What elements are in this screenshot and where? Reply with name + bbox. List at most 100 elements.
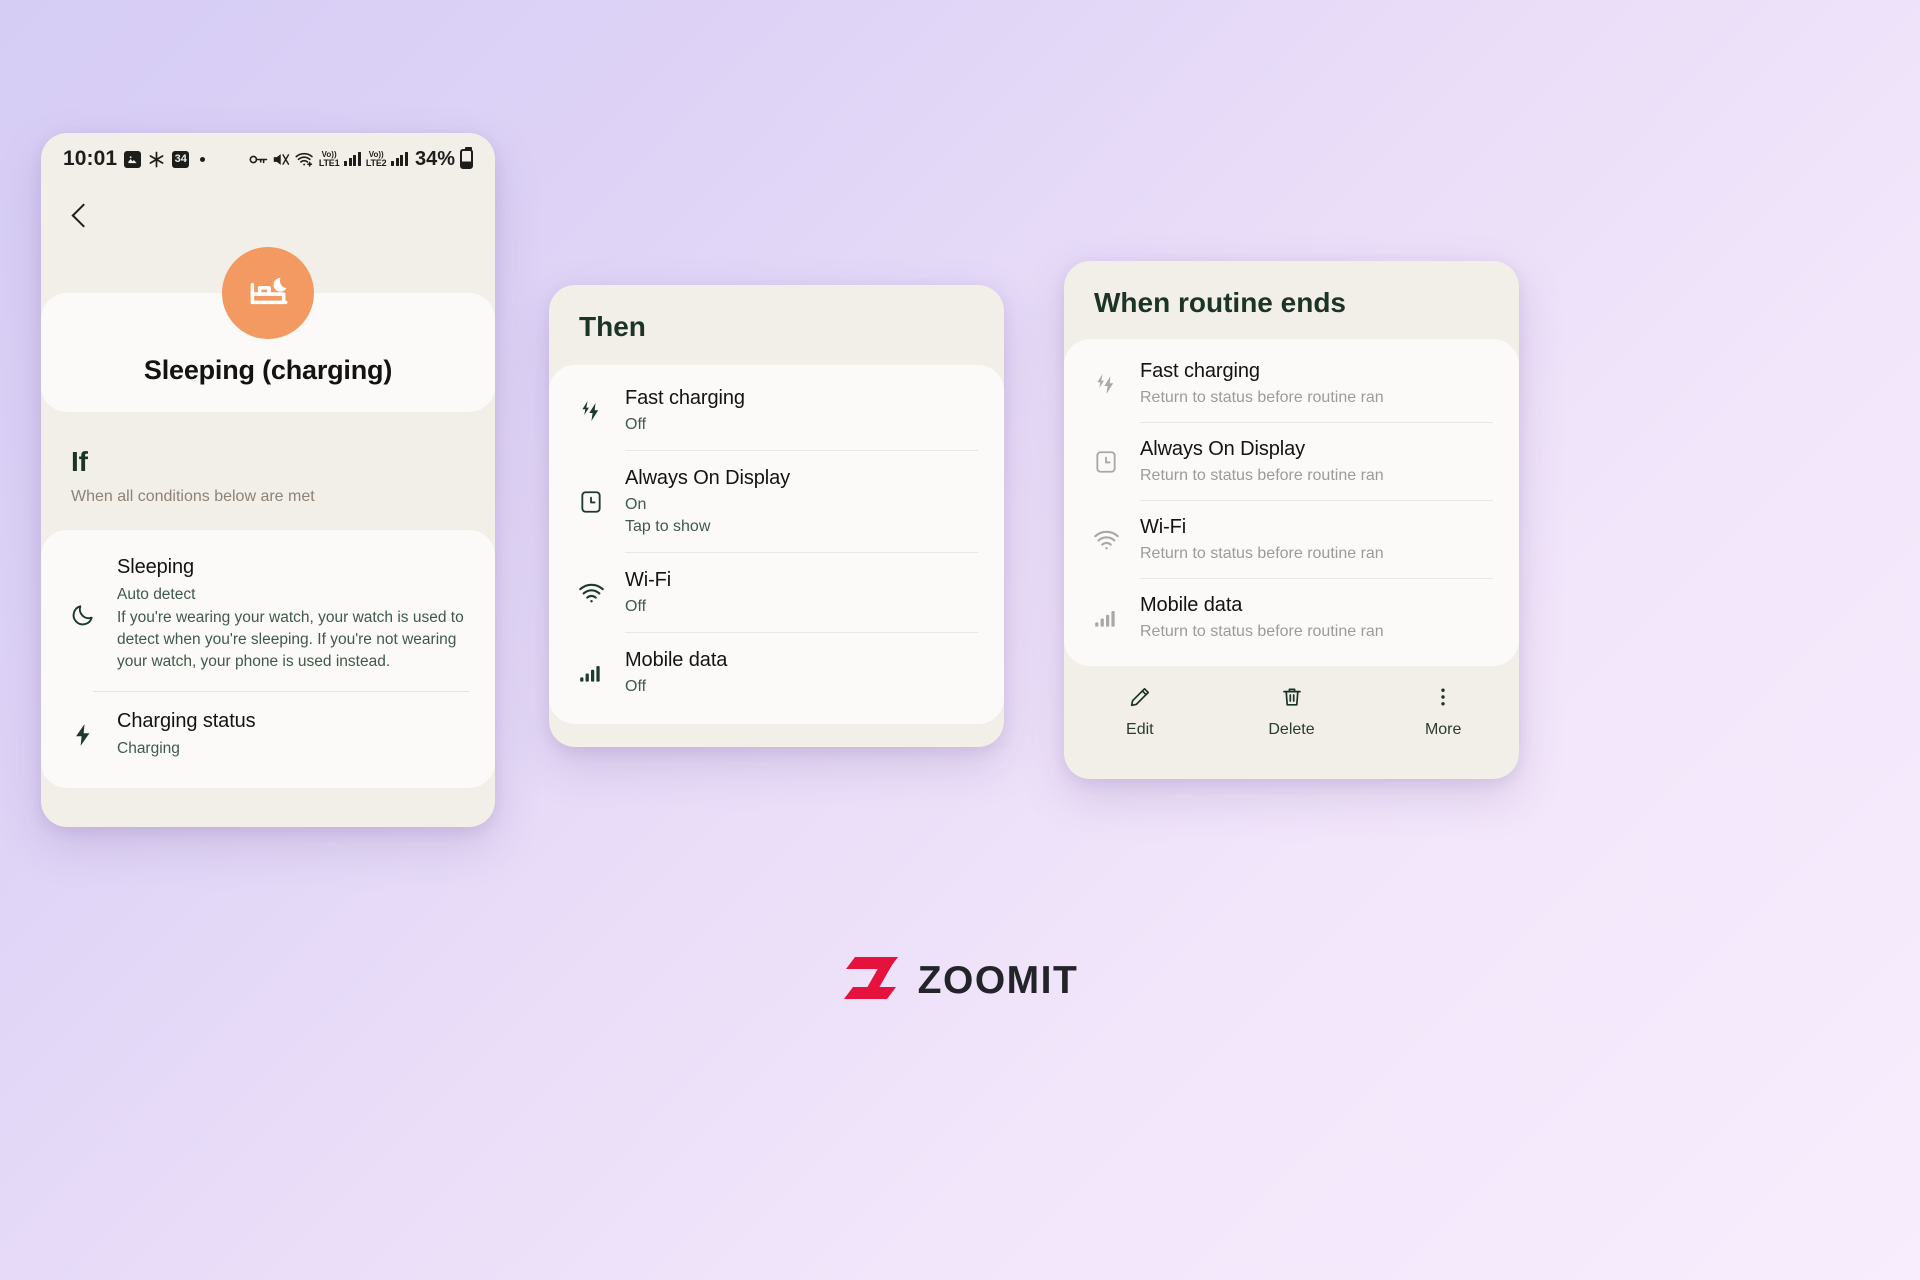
action-extra: Tap to show	[625, 518, 711, 535]
action-value: Off	[625, 598, 647, 615]
fast-charging-icon	[1090, 371, 1122, 397]
list-item-body: Mobile data Return to status before rout…	[1140, 594, 1384, 641]
volte-2-icon: Vo)) LTE2	[365, 150, 387, 168]
action-value: Off	[625, 678, 647, 695]
then-title: Then	[579, 311, 646, 342]
status-bar-left: 10:01 34	[63, 147, 206, 171]
trash-icon	[1280, 684, 1304, 710]
list-item-body: Always On Display Return to status befor…	[1140, 438, 1384, 485]
battery-icon	[460, 147, 473, 169]
ends-item-value: Return to status before routine ran	[1140, 467, 1384, 484]
list-item-body: Mobile data Off	[625, 649, 727, 696]
more-label: More	[1424, 721, 1462, 738]
action-value: On	[625, 496, 647, 513]
then-card: Then Fast charging Off Always On Display…	[549, 285, 1004, 747]
routine-hero: Sleeping (charging)	[41, 247, 495, 412]
dot-icon	[200, 156, 206, 162]
zoomit-wordmark: ZOOMIT	[917, 958, 1079, 1002]
wallpaper: 10:01 34 Vo)) LTE1 Vo)) LTE2 34% Sleepin…	[0, 0, 1920, 1280]
vpn-key-icon	[249, 153, 268, 166]
moon-icon	[67, 602, 99, 628]
then-action-list: Fast charging Off Always On Display On T…	[549, 365, 1004, 724]
fast-charging-icon	[575, 398, 607, 424]
list-item-body: Fast charging Off	[625, 387, 745, 434]
list-item-body: Charging status Charging	[117, 710, 469, 760]
then-header: Then	[549, 285, 1004, 343]
volte-1-label: LTE1	[318, 157, 340, 168]
when-routine-ends-card: When routine ends Fast charging Return t…	[1064, 261, 1519, 779]
list-item-body: Fast charging Return to status before ro…	[1140, 360, 1384, 407]
status-bar-right: Vo)) LTE1 Vo)) LTE2 34%	[249, 147, 473, 171]
wifi-calling-icon	[295, 151, 314, 167]
zoomit-mark-icon	[842, 955, 900, 1006]
ends-item-value: Return to status before routine ran	[1140, 623, 1384, 640]
battery-percent: 34%	[414, 147, 455, 170]
ends-item-title: Fast charging	[1140, 360, 1260, 382]
if-subtitle: When all conditions below are met	[71, 488, 315, 505]
calendar-34-icon: 34	[172, 150, 190, 168]
list-item[interactable]: Mobile data Off	[549, 633, 1004, 712]
wifi-icon	[1090, 528, 1122, 552]
card-action-bar: Edit Delete More	[1064, 666, 1519, 755]
ends-item-value: Return to status before routine ran	[1140, 389, 1384, 406]
ends-item-title: Wi-Fi	[1140, 516, 1187, 538]
more-button[interactable]: More	[1367, 684, 1519, 739]
mute-icon	[273, 152, 290, 167]
more-vertical-icon	[1431, 684, 1455, 710]
condition-value: Charging	[117, 740, 180, 757]
ends-item-title: Mobile data	[1140, 594, 1243, 616]
action-value: Off	[625, 416, 647, 433]
snowflake-icon	[148, 151, 165, 168]
edit-button[interactable]: Edit	[1064, 684, 1216, 739]
list-item[interactable]: Wi-Fi Off	[549, 553, 1004, 632]
list-item[interactable]: Fast charging Return to status before ro…	[1064, 345, 1519, 422]
list-item-body: Always On Display On Tap to show	[625, 467, 790, 536]
list-item-body: Wi-Fi Off	[625, 569, 671, 616]
list-item[interactable]: Always On Display Return to status befor…	[1064, 423, 1519, 500]
delete-label: Delete	[1268, 721, 1315, 738]
mobile-data-icon	[1090, 606, 1122, 630]
pencil-icon	[1128, 684, 1152, 710]
delete-button[interactable]: Delete	[1216, 684, 1368, 739]
back-icon[interactable]	[67, 204, 91, 228]
condition-title: Charging status	[117, 710, 256, 732]
list-item-body: Wi-Fi Return to status before routine ra…	[1140, 516, 1384, 563]
if-title: If	[71, 446, 88, 477]
signal-bars-2-icon	[391, 152, 408, 166]
list-item[interactable]: Wi-Fi Return to status before routine ra…	[1064, 501, 1519, 578]
condition-description: If you're wearing your watch, your watch…	[117, 609, 464, 670]
condition-value: Auto detect	[117, 586, 196, 603]
volte-1-icon: Vo)) LTE1	[318, 150, 340, 168]
list-item[interactable]: Always On Display On Tap to show	[549, 451, 1004, 552]
sleeping-bed-moon-icon	[222, 247, 314, 339]
bolt-icon	[67, 722, 99, 748]
action-title: Always On Display	[625, 467, 791, 489]
ends-item-value: Return to status before routine ran	[1140, 545, 1384, 562]
mobile-data-icon	[575, 661, 607, 685]
if-conditions-list: Sleeping Auto detect If you're wearing y…	[41, 530, 495, 788]
list-item[interactable]: Sleeping Auto detect If you're wearing y…	[41, 538, 495, 691]
condition-title: Sleeping	[117, 556, 195, 578]
action-title: Wi-Fi	[625, 569, 672, 591]
page-title: Sleeping (charging)	[143, 355, 393, 385]
list-item[interactable]: Mobile data Return to status before rout…	[1064, 579, 1519, 656]
ends-item-title: Always On Display	[1140, 438, 1306, 460]
ends-header: When routine ends	[1064, 261, 1519, 319]
list-item[interactable]: Fast charging Off	[549, 371, 1004, 450]
signal-bars-1-icon	[344, 152, 361, 166]
list-item[interactable]: Charging status Charging	[41, 692, 495, 778]
ends-item-list: Fast charging Return to status before ro…	[1064, 339, 1519, 666]
zoomit-watermark: ZOOMIT	[0, 955, 1920, 1006]
ends-title: When routine ends	[1094, 287, 1346, 318]
edit-label: Edit	[1126, 721, 1154, 738]
always-on-display-icon	[575, 489, 607, 515]
if-section-header: If When all conditions below are met	[41, 412, 495, 506]
always-on-display-icon	[1090, 449, 1122, 475]
phone-routine-card: 10:01 34 Vo)) LTE1 Vo)) LTE2 34% Sleepin…	[41, 133, 495, 827]
action-title: Fast charging	[625, 387, 745, 409]
status-time: 10:01	[63, 147, 118, 170]
wifi-icon	[575, 581, 607, 605]
list-item-body: Sleeping Auto detect If you're wearing y…	[117, 556, 469, 673]
action-title: Mobile data	[625, 649, 728, 671]
volte-2-label: LTE2	[365, 157, 387, 168]
